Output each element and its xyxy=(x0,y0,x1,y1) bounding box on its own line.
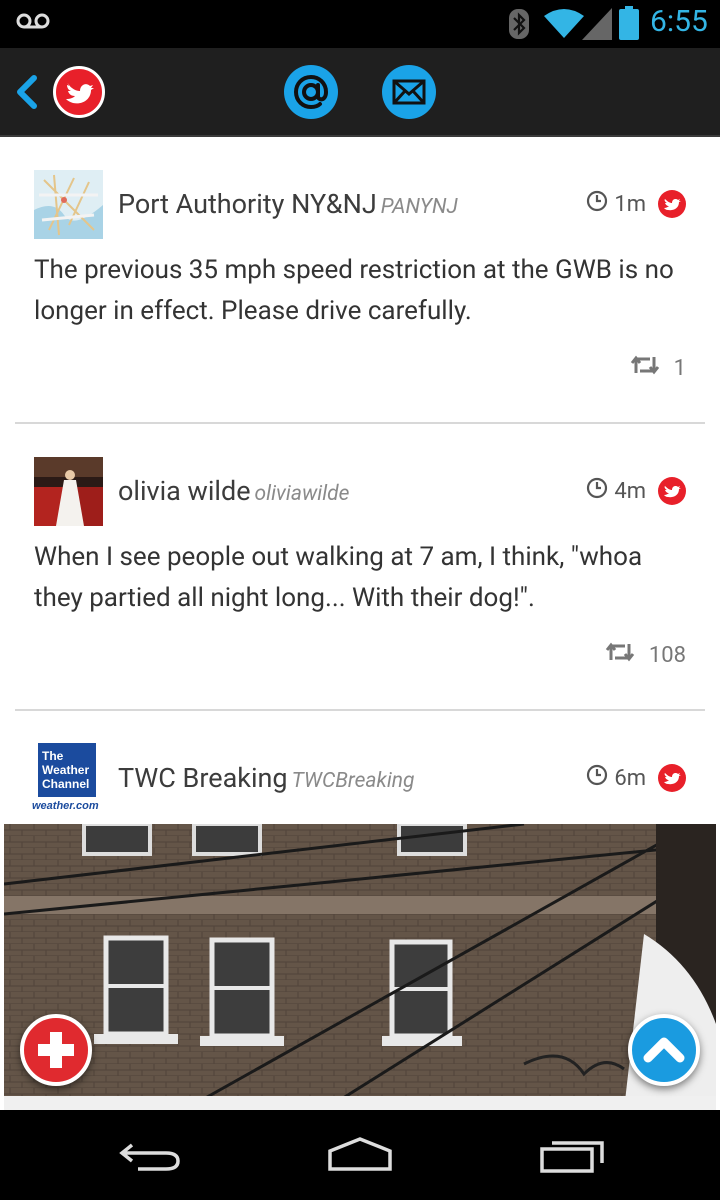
back-icon[interactable] xyxy=(118,1135,182,1179)
status-clock: 6:55 xyxy=(650,4,708,39)
retweet-number: 1 xyxy=(673,355,686,381)
retweet-icon xyxy=(630,355,660,381)
system-nav-bar xyxy=(0,1110,720,1200)
tweet-text: The previous 35 mph speed restriction at… xyxy=(34,255,674,326)
twitter-source-icon xyxy=(658,190,686,218)
recent-apps-icon[interactable] xyxy=(538,1135,608,1179)
signal-icon xyxy=(582,8,612,44)
avatar-line-2: Weather xyxy=(42,763,89,777)
scroll-to-top-button[interactable] xyxy=(628,1014,700,1086)
tweet-author[interactable]: Port Authority NY&NJ PANYNJ xyxy=(118,188,458,220)
tweet-author[interactable]: TWC Breaking TWCBreaking xyxy=(118,762,414,794)
status-bar: 6:55 xyxy=(0,0,720,48)
tweet-time: 4m xyxy=(614,478,646,504)
author-name: olivia wilde xyxy=(118,475,251,507)
tweet-text: When I see people out walking at 7 am, I… xyxy=(34,542,643,613)
avatar[interactable]: The Weather Channel weather.com xyxy=(32,741,104,813)
avatar[interactable] xyxy=(34,170,103,239)
avatar[interactable] xyxy=(34,457,103,526)
tab-messages[interactable] xyxy=(382,65,436,119)
retweet-count[interactable]: 108 xyxy=(605,642,686,668)
bluetooth-icon xyxy=(508,8,530,44)
tweet-item[interactable]: olivia wilde oliviawilde 4m When I see pe… xyxy=(0,424,720,709)
clock-icon xyxy=(586,190,608,218)
action-bar xyxy=(0,48,720,137)
retweet-number: 108 xyxy=(648,642,686,668)
chevron-left-icon[interactable] xyxy=(14,74,38,114)
tweet-item[interactable]: Port Authority NY&NJ PANYNJ 1m The previo… xyxy=(0,137,720,422)
avatar-line-3: Channel xyxy=(42,777,89,791)
home-icon[interactable] xyxy=(324,1135,396,1179)
author-name: Port Authority NY&NJ xyxy=(118,188,377,220)
battery-icon xyxy=(618,6,640,44)
tweet-meta: 4m xyxy=(586,477,686,505)
account-switcher-button[interactable] xyxy=(53,66,105,118)
twitter-source-icon xyxy=(658,477,686,505)
clock-icon xyxy=(586,764,608,792)
tweet-author[interactable]: olivia wilde oliviawilde xyxy=(118,475,349,507)
voicemail-icon xyxy=(16,12,50,36)
avatar-site: weather.com xyxy=(32,800,99,812)
retweet-icon xyxy=(605,642,635,668)
tweet-time: 1m xyxy=(614,191,646,217)
wifi-icon xyxy=(544,8,584,44)
tab-mentions[interactable] xyxy=(284,65,338,119)
tweet-photo[interactable] xyxy=(4,824,716,1110)
tweet-time: 6m xyxy=(614,765,646,791)
author-handle: PANYNJ xyxy=(380,195,458,219)
tweet-meta: 6m xyxy=(586,764,686,792)
author-name: TWC Breaking xyxy=(118,762,288,794)
author-handle: TWCBreaking xyxy=(291,769,415,793)
retweet-count[interactable]: 1 xyxy=(630,355,686,381)
compose-button[interactable] xyxy=(20,1014,92,1086)
author-handle: oliviawilde xyxy=(254,482,350,506)
twitter-source-icon xyxy=(658,764,686,792)
tweet-meta: 1m xyxy=(586,190,686,218)
avatar-line-1: The xyxy=(42,749,64,763)
clock-icon xyxy=(586,477,608,505)
